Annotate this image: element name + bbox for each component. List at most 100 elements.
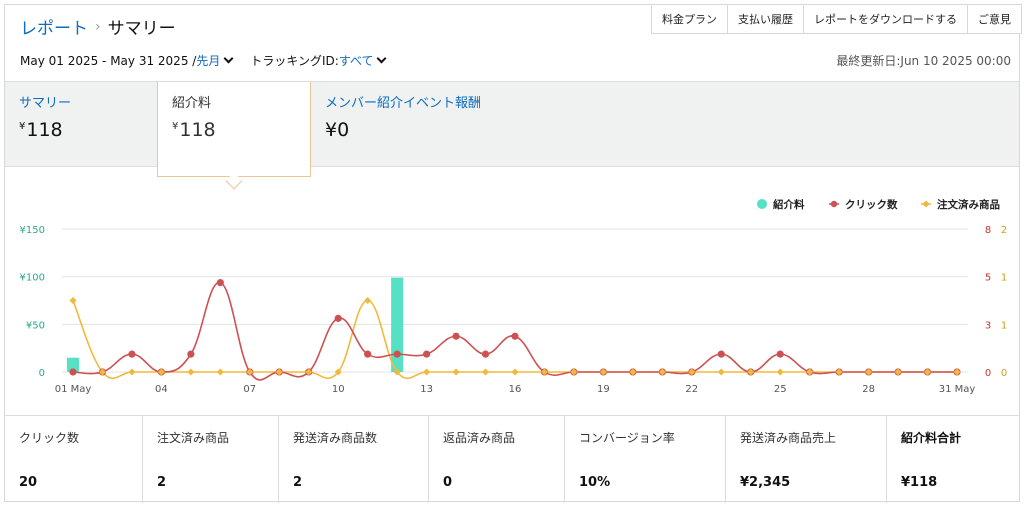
y-axis-fee-tick: ¥50 [26,320,45,331]
ordered-point [482,368,490,376]
x-axis-tick: 10 [332,384,345,395]
x-axis-tick: 22 [685,384,698,395]
chart-area: 0 ¥50 ¥100 ¥150 0 0 3 1 5 1 8 2 01 May 04 07 10 13 16 19 22… [5,167,1019,415]
x-axis-tick: 07 [243,384,256,395]
stat-ordered-value: 2 [157,475,167,490]
clicks-point [393,350,401,358]
stat-conversion: コンバージョン率 10% [565,416,726,503]
y-axis-ordered-tick: 2 [1001,225,1007,236]
stat-conversion-value: 10% [579,475,611,490]
report-frame: レポート › サマリー 料金プラン 支払い履歴 レポートをダウンロードする ご意… [4,4,1022,503]
stat-total-fees-label: 紹介料合計 [901,431,962,445]
stat-shipped-sales-value: ¥2,345 [740,475,791,490]
stat-shipped-sales-label: 発送済み商品売上 [740,431,837,445]
clicks-point [216,279,224,287]
stat-ordered-label: 注文済み商品 [157,431,230,445]
y-axis-clicks-tick: 0 [985,368,991,379]
breadcrumb-reports-link[interactable]: レポート [20,14,88,39]
ordered-point [717,368,725,376]
clicks-point [452,332,460,340]
stat-total-fees-value: ¥118 [901,475,938,490]
breadcrumb-separator-icon: › [95,18,101,35]
legend-label: クリック数 [845,198,898,211]
clicks-point [776,350,784,358]
legend-label: 注文済み商品 [937,198,1000,211]
ordered-point [364,297,372,304]
ordered-point [423,368,431,376]
tab-member-referral[interactable]: メンバー紹介イベント報酬 ¥0 [311,82,531,168]
x-axis-tick: 16 [509,384,522,395]
clicks-point [481,350,490,358]
fee-plan-button[interactable]: 料金プラン [651,4,728,34]
ordered-point [69,297,77,304]
tab-referral-fees[interactable]: 紹介料 ¥118 [157,82,311,177]
tracking-id-dropdown[interactable]: すべて [339,52,374,69]
ordered-point [452,368,460,376]
x-axis-tick: 13 [420,384,433,395]
x-axis-tick: 04 [155,384,168,395]
tab-member-referral-label: メンバー紹介イベント報酬 [325,96,482,111]
y-axis-ordered-tick: 0 [1001,368,1007,379]
chevron-down-icon[interactable] [377,53,387,64]
summary-tabs: サマリー ¥118 紹介料 ¥118 メンバー紹介イベント報酬 ¥0 [5,81,1019,177]
clicks-point [423,350,431,358]
stat-ordered: 注文済み商品 2 [143,416,279,503]
legend-label: 紹介料 [773,198,805,211]
ordered-point [511,368,519,376]
y-axis-ordered-tick: 1 [1001,320,1007,331]
clicks-point [717,350,725,358]
tab-summary-label: サマリー [19,96,72,111]
payment-history-button[interactable]: 支払い履歴 [728,4,804,34]
tab-summary[interactable]: サマリー ¥118 [5,82,157,168]
legend-ordered-swatch [922,200,930,208]
fee-bar [391,277,404,372]
y-axis-clicks-tick: 3 [985,320,991,331]
x-axis-tick: 25 [774,384,787,395]
ordered-point [216,368,224,376]
stat-conversion-label: コンバージョン率 [579,431,675,445]
tab-member-referral-value: ¥0 [325,119,350,141]
clicks-point [511,332,519,340]
stats-row: クリック数 20 注文済み商品 2 発送済み商品数 2 返品済み商品 0 コンバ… [5,415,1019,503]
feedback-button[interactable]: ご意見 [968,4,1022,34]
stat-returned-value: 0 [443,475,453,490]
chevron-down-icon[interactable] [223,53,234,64]
stat-returned: 返品済み商品 0 [429,416,565,503]
tab-referral-fees-value: ¥118 [172,119,216,141]
ordered-point [187,368,195,376]
y-axis-clicks-tick: 5 [985,273,991,284]
tracking-id-label: トラッキングID: [250,54,339,68]
clicks-line [72,281,957,381]
stat-returned-label: 返品済み商品 [443,431,516,445]
x-axis-tick: 19 [597,384,610,395]
stat-clicks: クリック数 20 [5,416,143,503]
stat-clicks-value: 20 [19,475,38,490]
stat-shipped-value: 2 [293,475,303,490]
legend-clicks-swatch [830,200,838,208]
clicks-point [334,314,342,322]
period-dropdown[interactable]: 先月 [196,52,220,69]
date-range-text: May 01 2025 - May 31 2025 / [20,53,197,68]
last-updated-text: 最終更新日:Jun 10 2025 00:00 [836,54,1011,68]
stat-shipped: 発送済み商品数 2 [279,416,429,503]
y-axis-ordered-tick: 1 [1001,273,1007,284]
y-axis-fee-tick: ¥100 [20,273,45,284]
ordered-point [776,368,784,376]
y-axis-fee-tick: 0 [39,368,45,379]
filter-bar: May 01 2025 - May 31 2025 / 先月 トラッキングID:… [20,52,391,69]
header: レポート › サマリー 料金プラン 支払い履歴 レポートをダウンロードする ご意… [5,4,1022,81]
page-title: サマリー [107,19,176,39]
clicks-point [187,350,195,358]
download-report-button[interactable]: レポートをダウンロードする [804,4,968,34]
ordered-point [128,368,136,376]
y-axis-fee-tick: ¥150 [20,225,45,236]
top-button-group: 料金プラン 支払い履歴 レポートをダウンロードする ご意見 [651,4,1022,34]
x-axis-tick: 01 May [55,384,92,395]
tab-summary-value: ¥118 [19,119,63,141]
clicks-point [128,350,136,358]
stat-shipped-sales: 発送済み商品売上 ¥2,345 [726,416,887,503]
stat-clicks-label: クリック数 [19,431,80,445]
y-axis-clicks-tick: 8 [985,225,991,236]
breadcrumb: レポート › サマリー [20,14,176,40]
stat-shipped-label: 発送済み商品数 [293,431,378,445]
